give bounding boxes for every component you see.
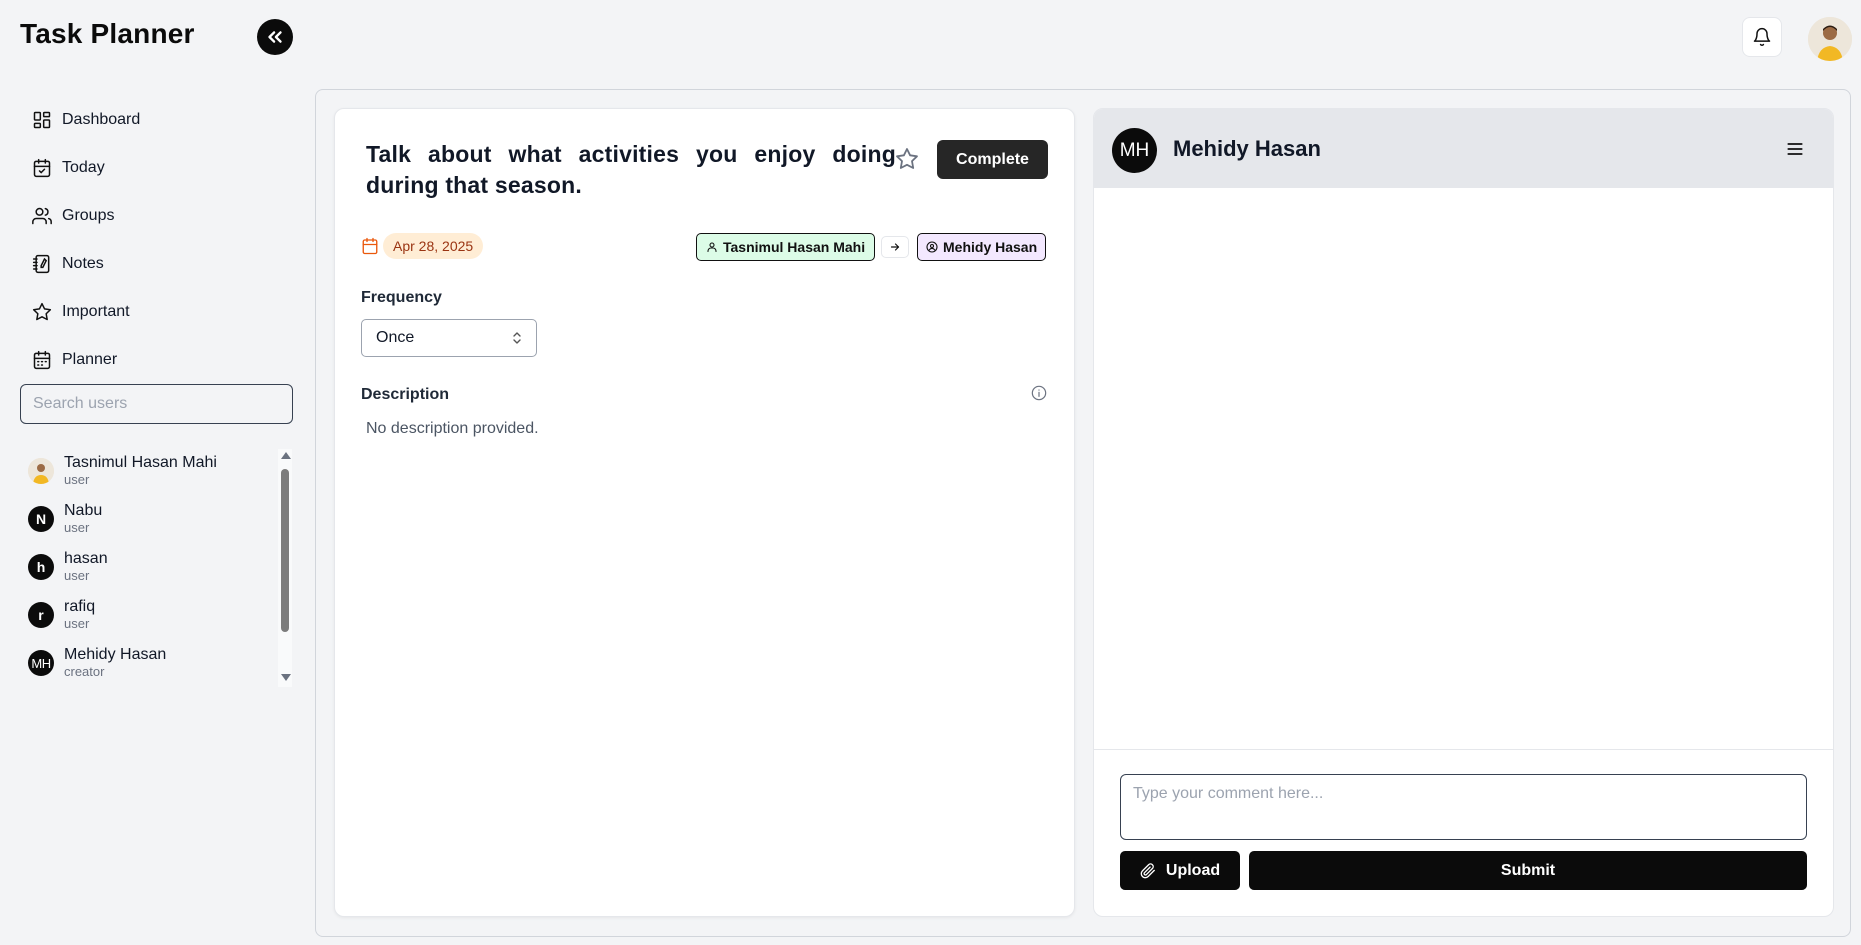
star-icon [896, 148, 918, 169]
user-role: user [64, 472, 90, 487]
calendar-check-icon [33, 158, 51, 178]
calendar-icon [33, 350, 51, 370]
avatar: r [28, 602, 54, 628]
assigned-to-chip: Mehidy Hasan [917, 233, 1047, 261]
list-item[interactable]: N Nabu user [20, 495, 294, 543]
complete-button[interactable]: Complete [937, 140, 1048, 179]
user-name: rafiq [64, 598, 96, 615]
mark-important-button[interactable] [895, 147, 919, 176]
search-users-input[interactable] [20, 384, 293, 424]
chevron-up-down-icon [513, 332, 521, 344]
scrollbar-thumb[interactable] [281, 469, 289, 632]
avatar: h [28, 554, 54, 580]
paperclip-icon [1140, 862, 1155, 878]
frequency-select[interactable]: Once [361, 319, 537, 357]
hamburger-menu-icon [1787, 143, 1803, 155]
sidebar-item-planner[interactable]: Planner [20, 336, 294, 384]
sidebar-item-today[interactable]: Today [20, 144, 294, 192]
user-role: user [64, 616, 90, 631]
comment-input[interactable] [1120, 774, 1807, 840]
avatar [28, 458, 54, 484]
list-item[interactable]: h hasan user [20, 543, 294, 591]
menu-button[interactable] [1784, 139, 1806, 164]
user-list: Tasnimul Hasan Mahi user N Nabu user h h… [20, 447, 294, 687]
scroll-down-arrow-icon[interactable] [281, 674, 291, 681]
user-circle-icon [926, 241, 938, 253]
assigned-to-name: Mehidy Hasan [943, 239, 1038, 255]
task-detail-card: Talk about what activities you enjoy doi… [334, 108, 1075, 917]
sidebar-item-important[interactable]: Important [20, 288, 294, 336]
bell-icon [1753, 27, 1771, 47]
dashboard-icon [33, 111, 51, 129]
user-list-scrollbar[interactable] [278, 449, 292, 687]
upload-label: Upload [1165, 861, 1221, 879]
users-icon [32, 207, 52, 225]
user-role: user [64, 568, 90, 583]
list-item[interactable]: Tasnimul Hasan Mahi user [20, 447, 294, 495]
sidebar-item-label: Notes [62, 255, 104, 272]
user-role: user [64, 520, 90, 535]
app-title: Task Planner [20, 18, 195, 49]
notebook-icon [32, 254, 50, 274]
user-avatar-photo [28, 458, 54, 484]
sidebar-item-groups[interactable]: Groups [20, 192, 294, 240]
sidebar-item-label: Important [62, 303, 130, 320]
sidebar-item-notes[interactable]: Notes [20, 240, 294, 288]
sidebar-item-label: Planner [62, 351, 118, 368]
upload-button[interactable]: Upload [1120, 851, 1240, 890]
user-name: Mehidy Hasan [64, 646, 167, 663]
profile-avatar[interactable] [1808, 17, 1852, 61]
star-icon [32, 302, 52, 321]
user-role: creator [64, 664, 105, 679]
description-text: No description provided. [366, 420, 539, 437]
info-icon[interactable] [1031, 385, 1047, 406]
assigned-by-name: Tasnimul Hasan Mahi [723, 239, 866, 255]
comments-user-name: Mehidy Hasan [1173, 136, 1321, 161]
sidebar-nav: Dashboard Today Groups Notes Important P… [20, 96, 294, 384]
user-icon [707, 242, 717, 253]
user-name: hasan [64, 550, 108, 567]
arrow-right-icon [881, 236, 909, 258]
sidebar-item-label: Today [62, 159, 105, 176]
avatar: MH [1112, 128, 1157, 173]
due-date-badge: Apr 28, 2025 [383, 233, 484, 259]
avatar: MH [28, 650, 54, 676]
scroll-up-arrow-icon[interactable] [281, 452, 291, 459]
notifications-button[interactable] [1742, 17, 1782, 57]
frequency-value: Once [376, 329, 415, 346]
description-label: Description [361, 386, 450, 403]
user-name: Nabu [64, 502, 103, 519]
user-avatar-photo [1808, 17, 1852, 61]
comments-panel: MH Mehidy Hasan Upload Submit [1093, 108, 1834, 917]
calendar-icon [361, 237, 379, 260]
user-name: Tasnimul Hasan Mahi [64, 454, 217, 471]
comments-header: MH Mehidy Hasan [1094, 109, 1833, 188]
collapse-sidebar-button[interactable] [257, 19, 293, 55]
task-title: Talk about what activities you enjoy doi… [366, 141, 896, 198]
comment-composer: Upload Submit [1094, 749, 1833, 916]
sidebar-item-label: Dashboard [62, 111, 141, 128]
avatar: N [28, 506, 54, 532]
list-item[interactable]: MH Mehidy Hasan creator [20, 639, 294, 687]
sidebar-item-label: Groups [62, 207, 115, 224]
submit-button[interactable]: Submit [1249, 851, 1807, 890]
assigned-by-chip: Tasnimul Hasan Mahi [696, 233, 876, 261]
frequency-label: Frequency [361, 289, 442, 306]
list-item[interactable]: r rafiq user [20, 591, 294, 639]
sidebar-item-dashboard[interactable]: Dashboard [20, 96, 294, 144]
double-chevron-left-icon [268, 31, 282, 43]
